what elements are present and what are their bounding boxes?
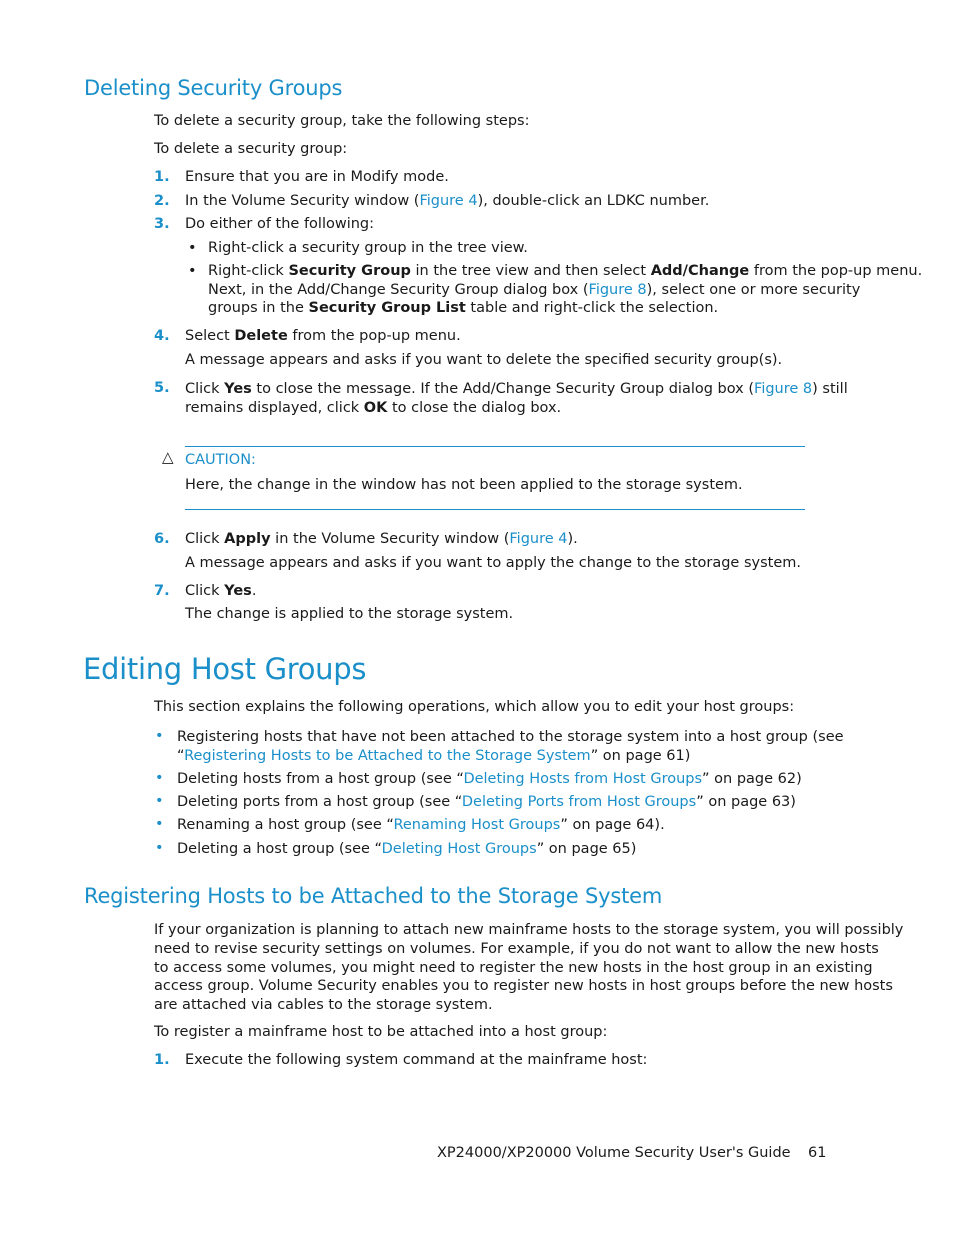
figure-4-link[interactable]: Figure 4 [419,193,477,209]
list-item: Deleting hosts from a host group (see “D… [177,771,802,787]
step-note: The change is applied to the storage sys… [185,606,514,622]
step-text: Click Yes to close the message. If the A… [185,381,848,416]
section-heading-editing-host-groups: Editing Host Groups [83,652,367,686]
step-number: 7. [154,583,170,599]
warning-triangle-icon: △ [162,448,174,466]
bullet-icon: • [155,728,164,744]
step-number: 1. [154,1052,170,1068]
intro-text: To delete a security group, take the fol… [154,113,530,129]
intro-text: This section explains the following oper… [154,699,795,715]
step-number: 1. [154,169,170,185]
step-text: Click Yes. [185,583,257,599]
registering-hosts-link[interactable]: Registering Hosts to be Attached to the … [184,748,591,764]
section-heading-registering-hosts: Registering Hosts to be Attached to the … [84,884,663,908]
deleting-hosts-link[interactable]: Deleting Hosts from Host Groups [463,771,702,787]
body-paragraph: If your organization is planning to atta… [154,922,904,1014]
bullet-icon: • [155,840,164,856]
step-text: In the Volume Security window (Figure 4)… [185,193,710,209]
step-number: 5. [154,380,170,396]
step-number: 6. [154,531,170,547]
bullet-icon: • [188,263,197,279]
step-text: Do either of the following: [185,216,375,232]
step-number: 4. [154,328,170,344]
step-text: Click Apply in the Volume Security windo… [185,531,578,547]
bullet-icon: • [155,816,164,832]
bullet-icon: • [155,793,164,809]
figure-8-link[interactable]: Figure 8 [589,282,647,298]
caution-bottom-rule [185,509,805,510]
section-heading-deleting-security-groups: Deleting Security Groups [84,76,343,100]
page-number: 61 [808,1145,827,1161]
footer-guide-title: XP24000/XP20000 Volume Security User's G… [437,1145,791,1161]
list-item: Registering hosts that have not been att… [177,729,844,764]
intro-text: To delete a security group: [154,141,348,157]
step-note: A message appears and asks if you want t… [185,555,801,571]
list-item: Renaming a host group (see “Renaming Hos… [177,817,665,833]
list-item: Deleting ports from a host group (see “D… [177,794,796,810]
step-text: Ensure that you are in Modify mode. [185,169,449,185]
step-number: 2. [154,193,170,209]
caution-top-rule [185,446,805,447]
bullet-icon: • [188,240,197,256]
step-note: A message appears and asks if you want t… [185,352,783,368]
step-text: Select Delete from the pop-up menu. [185,328,461,344]
figure-4-link[interactable]: Figure 4 [509,531,567,547]
figure-8-link[interactable]: Figure 8 [754,381,812,397]
intro-text: To register a mainframe host to be attac… [154,1024,608,1040]
deleting-host-groups-link[interactable]: Deleting Host Groups [382,841,537,857]
caution-label: CAUTION: [185,452,256,468]
substep-text: Right-click Security Group in the tree v… [208,263,923,316]
step-number: 3. [154,216,170,232]
deleting-ports-link[interactable]: Deleting Ports from Host Groups [462,794,696,810]
substep-text: Right-click a security group in the tree… [208,240,528,256]
step-text: Execute the following system command at … [185,1052,648,1068]
caution-text: Here, the change in the window has not b… [185,477,743,493]
list-item: Deleting a host group (see “Deleting Hos… [177,841,637,857]
renaming-host-groups-link[interactable]: Renaming Host Groups [393,817,560,833]
bullet-icon: • [155,770,164,786]
